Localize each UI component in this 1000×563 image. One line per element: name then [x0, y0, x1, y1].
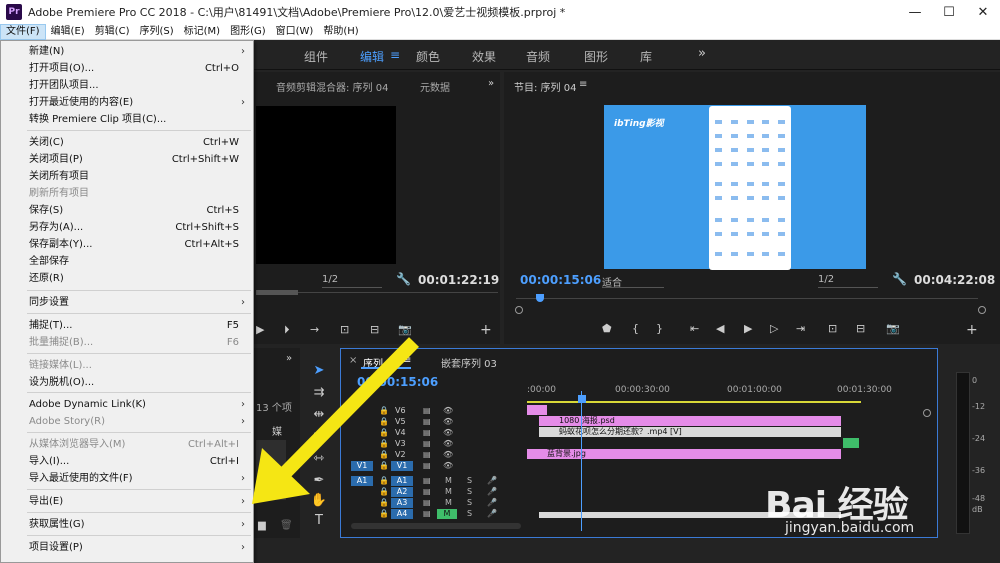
- watermark-url: jingyan.baidu.com: [785, 520, 915, 536]
- baidu-jingyan-watermark: Bai 经验 jingyan.baidu.com: [757, 476, 1000, 563]
